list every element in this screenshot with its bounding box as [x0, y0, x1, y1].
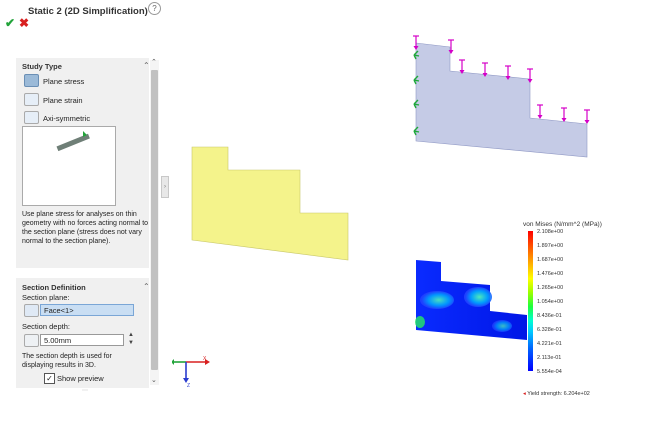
- legend-tick-label: 1.054e+00: [537, 299, 564, 305]
- legend-tick-label: 1.476e+00: [537, 271, 564, 277]
- stress-hotspot: [420, 291, 454, 309]
- yield-strength-text: Yield strength: 6.204e+02: [527, 391, 590, 397]
- blue-3d-part: [415, 42, 588, 158]
- legend-color-bar: [528, 231, 533, 371]
- coordinate-triad: X Z: [172, 356, 210, 387]
- legend-tick-label: 2.113e-01: [537, 355, 562, 361]
- legend-tick-label: 1.265e+00: [537, 285, 564, 291]
- legend-tick-label: 1.897e+00: [537, 243, 564, 249]
- legend-tick-label: 6.328e-01: [537, 327, 562, 333]
- triad-z-label: Z: [187, 383, 190, 387]
- legend-tick-label: 8.436e-01: [537, 313, 562, 319]
- legend-tick-label: 5.554e-04: [537, 369, 562, 375]
- legend-title: von Mises (N/mm^2 (MPa)): [523, 221, 602, 228]
- legend-tick-label: 2.108e+00: [537, 229, 564, 235]
- stress-hotspot: [464, 287, 492, 307]
- legend-tick-label: 4.221e-01: [537, 341, 562, 347]
- stress-hotspot: [415, 316, 425, 328]
- legend-tick-label: 1.687e+00: [537, 257, 564, 263]
- yield-strength-label: ◂ Yield strength: 6.204e+02: [523, 391, 590, 397]
- load-arrow-head: [537, 115, 543, 119]
- load-arrow-head: [584, 120, 590, 124]
- stress-hotspot: [492, 320, 512, 332]
- yellow-2d-part: [191, 146, 349, 261]
